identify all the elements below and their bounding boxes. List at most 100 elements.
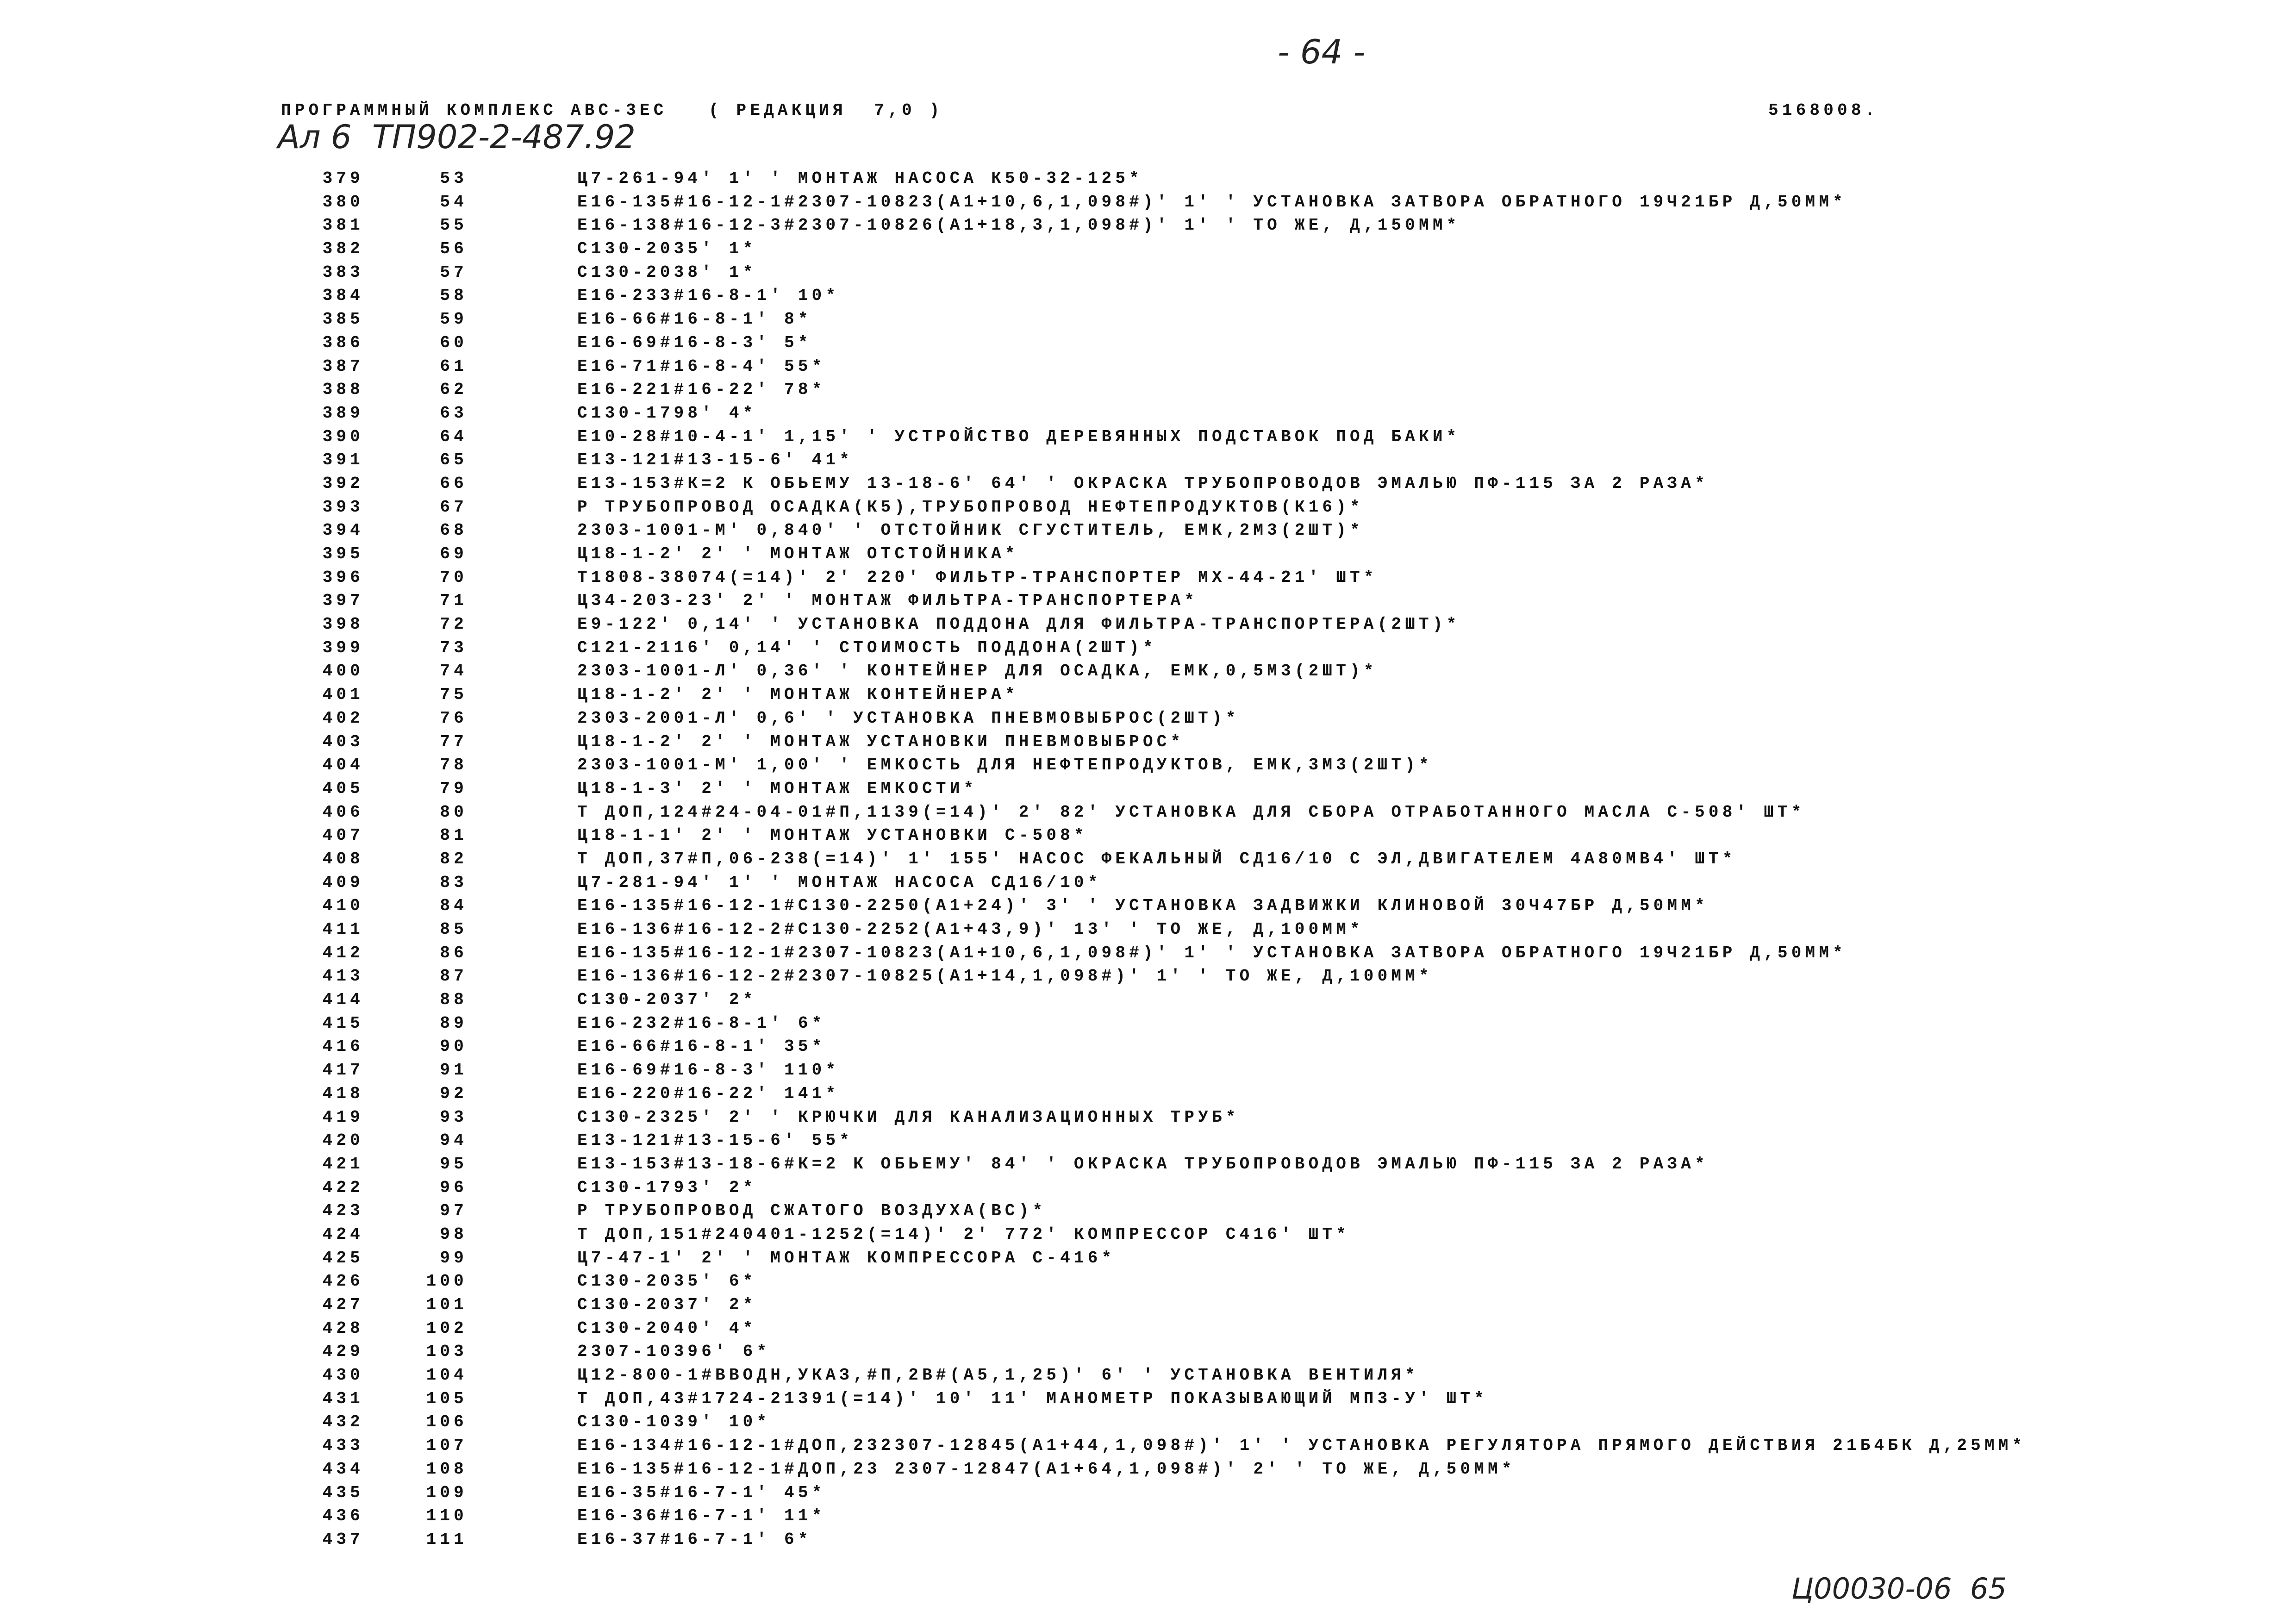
item-number: 87 — [440, 967, 468, 986]
item-number: 94 — [440, 1131, 468, 1150]
listing-row: 393 67 Р ТРУБОПРОВОД ОСАДКА(К5),ТРУБОПРОВО… — [0, 498, 2296, 521]
item-number: 56 — [440, 239, 468, 259]
item-number: 69 — [440, 544, 468, 563]
line-text: Ц12-800-1#ВВОДН,УКАЗ,#П,2В#(А5,1,25)' 6'… — [577, 1366, 1419, 1385]
line-text: С130-2038' 1* — [577, 262, 757, 282]
line-number: 416 — [322, 1037, 364, 1056]
line-text: Е16-66#16-8-1' 35* — [577, 1037, 826, 1056]
line-text: 2303-1001-М' 0,840' ' ОТСТОЙНИК СГУСТИТЕ… — [577, 521, 1364, 540]
line-text: Е16-232#16-8-1' 6* — [577, 1013, 826, 1033]
item-number: 89 — [440, 1013, 468, 1033]
line-text: 2303-2001-Л' 0,6' ' УСТАНОВКА ПНЕВМОВЫБР… — [577, 708, 1240, 728]
item-number: 78 — [440, 756, 468, 775]
item-number: 107 — [426, 1436, 468, 1455]
listing-row: 415 89 Е16-232#16-8-1' 6* — [0, 1014, 2296, 1037]
item-number: 84 — [440, 896, 468, 916]
listing-row: 388 62 Е16-221#16-22' 78* — [0, 380, 2296, 404]
listing-row: 411 85 Е16-136#16-12-2#С130-2252(А1+43,9)'… — [0, 920, 2296, 943]
listing-row: 420 94 Е13-121#13-15-6' 55* — [0, 1131, 2296, 1155]
listing-row: 433 107 Е16-134#16-12-1#ДОП,232307-12845(А… — [0, 1436, 2296, 1460]
listing-row: 421 95 Е13-153#13-18-6#К=2 К ОБЬЕМУ' 84' '… — [0, 1155, 2296, 1178]
line-number: 402 — [322, 708, 364, 728]
item-number: 72 — [440, 615, 468, 634]
line-number: 383 — [322, 262, 364, 282]
line-text: Е13-153#13-18-6#К=2 К ОБЬЕМУ' 84' ' ОКРА… — [577, 1154, 1709, 1174]
listing-row: 379 53 Ц7-261-94' 1' ' МОНТАЖ НАСОСА К50-3… — [0, 169, 2296, 193]
line-text: Е16-136#16-12-2#С130-2252(А1+43,9)' 13' … — [577, 920, 1364, 939]
line-number: 417 — [322, 1061, 364, 1080]
line-text: Ц7-47-1' 2' ' МОНТАЖ КОМПРЕССОРА С-416* — [577, 1248, 1116, 1268]
line-number: 388 — [322, 380, 364, 400]
listing-row: 409 83 Ц7-281-94' 1' ' МОНТАЖ НАСОСА СД16/… — [0, 873, 2296, 897]
item-number: 77 — [440, 732, 468, 751]
line-text: С121-2116' 0,14' ' СТОИМОСТЬ ПОДДОНА(2ШТ… — [577, 638, 1157, 657]
line-text: Е16-36#16-7-1' 11* — [577, 1506, 826, 1526]
item-number: 103 — [426, 1342, 468, 1362]
line-text: 2303-1001-Л' 0,36' ' КОНТЕЙНЕР ДЛЯ ОСАДК… — [577, 662, 1378, 681]
listing-row: 429 103 2307-10396' 6* — [0, 1342, 2296, 1366]
line-text: Е9-122' 0,14' ' УСТАНОВКА ПОДДОНА ДЛЯ ФИ… — [577, 615, 1460, 634]
item-number: 95 — [440, 1154, 468, 1174]
line-number: 432 — [322, 1412, 364, 1432]
item-number: 55 — [440, 216, 468, 235]
line-text: Е13-153#К=2 К ОБЬЕМУ 13-18-6' 64' ' ОКРА… — [577, 474, 1709, 493]
line-text: Ц18-1-1' 2' ' МОНТАЖ УСТАНОВКИ С-508* — [577, 826, 1088, 845]
listing-row: 399 73 С121-2116' 0,14' ' СТОИМОСТЬ ПОДДОН… — [0, 638, 2296, 662]
line-text: Е16-135#16-12-1#2307-10823(А1+10,6,1,098… — [577, 943, 1847, 962]
document-page: - 64 - ПРОГРАММНЫЙ КОМПЛЕКС АВС-3ЕС ( РЕ… — [0, 0, 2296, 1624]
line-number: 392 — [322, 474, 364, 493]
listing-rows: 379 53 Ц7-261-94' 1' ' МОНТАЖ НАСОСА К50-3… — [0, 169, 2296, 1554]
listing-row: 408 82 Т ДОП,37#П,06-238(=14)' 1' 155' НАС… — [0, 849, 2296, 873]
listing-row: 403 77 Ц18-1-2' 2' ' МОНТАЖ УСТАНОВКИ ПНЕВ… — [0, 732, 2296, 756]
line-number: 411 — [322, 920, 364, 939]
listing-row: 418 92 Е16-220#16-22' 141* — [0, 1084, 2296, 1108]
line-number: 398 — [322, 615, 364, 634]
line-number: 412 — [322, 943, 364, 962]
listing-row: 437 111 Е16-37#16-7-1' 6* — [0, 1530, 2296, 1554]
item-number: 86 — [440, 943, 468, 962]
listing-row: 412 86 Е16-135#16-12-1#2307-10823(А1+10,6,… — [0, 943, 2296, 967]
listing-row: 390 64 Е10-28#10-4-1' 1,15' ' УСТРОЙСТВО Д… — [0, 427, 2296, 451]
listing-row: 400 74 2303-1001-Л' 0,36' ' КОНТЕЙНЕР ДЛЯ … — [0, 662, 2296, 685]
item-number: 58 — [440, 286, 468, 306]
item-number: 60 — [440, 333, 468, 352]
item-number: 96 — [440, 1178, 468, 1197]
line-text: Т ДОП,43#1724-21391(=14)' 10' 11' МАНОМЕ… — [577, 1389, 1488, 1408]
listing-row: 424 98 Т ДОП,151#240401-1252(=14)' 2' 772'… — [0, 1225, 2296, 1249]
line-text: Е16-35#16-7-1' 45* — [577, 1483, 826, 1502]
line-number: 425 — [322, 1248, 364, 1268]
item-number: 102 — [426, 1318, 468, 1338]
listing-row: 407 81 Ц18-1-1' 2' ' МОНТАЖ УСТАНОВКИ С-50… — [0, 826, 2296, 849]
listing-row: 394 68 2303-1001-М' 0,840' ' ОТСТОЙНИК СГУ… — [0, 521, 2296, 544]
listing-row: 423 97 Р ТРУБОПРОВОД СЖАТОГО ВОЗДУХА(ВС)* — [0, 1201, 2296, 1225]
line-number: 436 — [322, 1506, 364, 1526]
item-number: 67 — [440, 497, 468, 517]
item-number: 64 — [440, 427, 468, 446]
listing-row: 380 54 Е16-135#16-12-1#2307-10823(А1+10,6,… — [0, 193, 2296, 216]
line-number: 387 — [322, 356, 364, 376]
line-number: 396 — [322, 568, 364, 587]
line-number: 407 — [322, 826, 364, 845]
line-number: 384 — [322, 286, 364, 306]
item-number: 54 — [440, 192, 468, 212]
line-text: Ц18-1-3' 2' ' МОНТАЖ ЕМКОСТИ* — [577, 779, 978, 798]
listing-row: 405 79 Ц18-1-3' 2' ' МОНТАЖ ЕМКОСТИ* — [0, 779, 2296, 803]
line-text: Т ДОП,37#П,06-238(=14)' 1' 155' НАСОС ФЕ… — [577, 849, 1736, 868]
listing-row: 384 58 Е16-233#16-8-1' 10* — [0, 286, 2296, 310]
listing-row: 422 96 С130-1793' 2* — [0, 1178, 2296, 1202]
listing-row: 430 104 Ц12-800-1#ВВОДН,УКАЗ,#П,2В#(А5,1,2… — [0, 1366, 2296, 1389]
line-text: Е16-69#16-8-3' 110* — [577, 1061, 840, 1080]
line-number: 382 — [322, 239, 364, 259]
line-number: 429 — [322, 1342, 364, 1362]
line-text: Е13-121#13-15-6' 55* — [577, 1131, 854, 1150]
listing-row: 419 93 С130-2325' 2' ' КРЮЧКИ ДЛЯ КАНАЛИЗА… — [0, 1108, 2296, 1131]
line-number: 414 — [322, 990, 364, 1010]
item-number: 98 — [440, 1224, 468, 1244]
listing-row: 434 108 Е16-135#16-12-1#ДОП,23 2307-12847(… — [0, 1460, 2296, 1483]
line-number: 431 — [322, 1389, 364, 1408]
line-number: 389 — [322, 403, 364, 423]
line-number: 391 — [322, 450, 364, 470]
line-number: 426 — [322, 1272, 364, 1291]
line-number: 428 — [322, 1318, 364, 1338]
listing-row: 389 63 С130-1798' 4* — [0, 404, 2296, 427]
